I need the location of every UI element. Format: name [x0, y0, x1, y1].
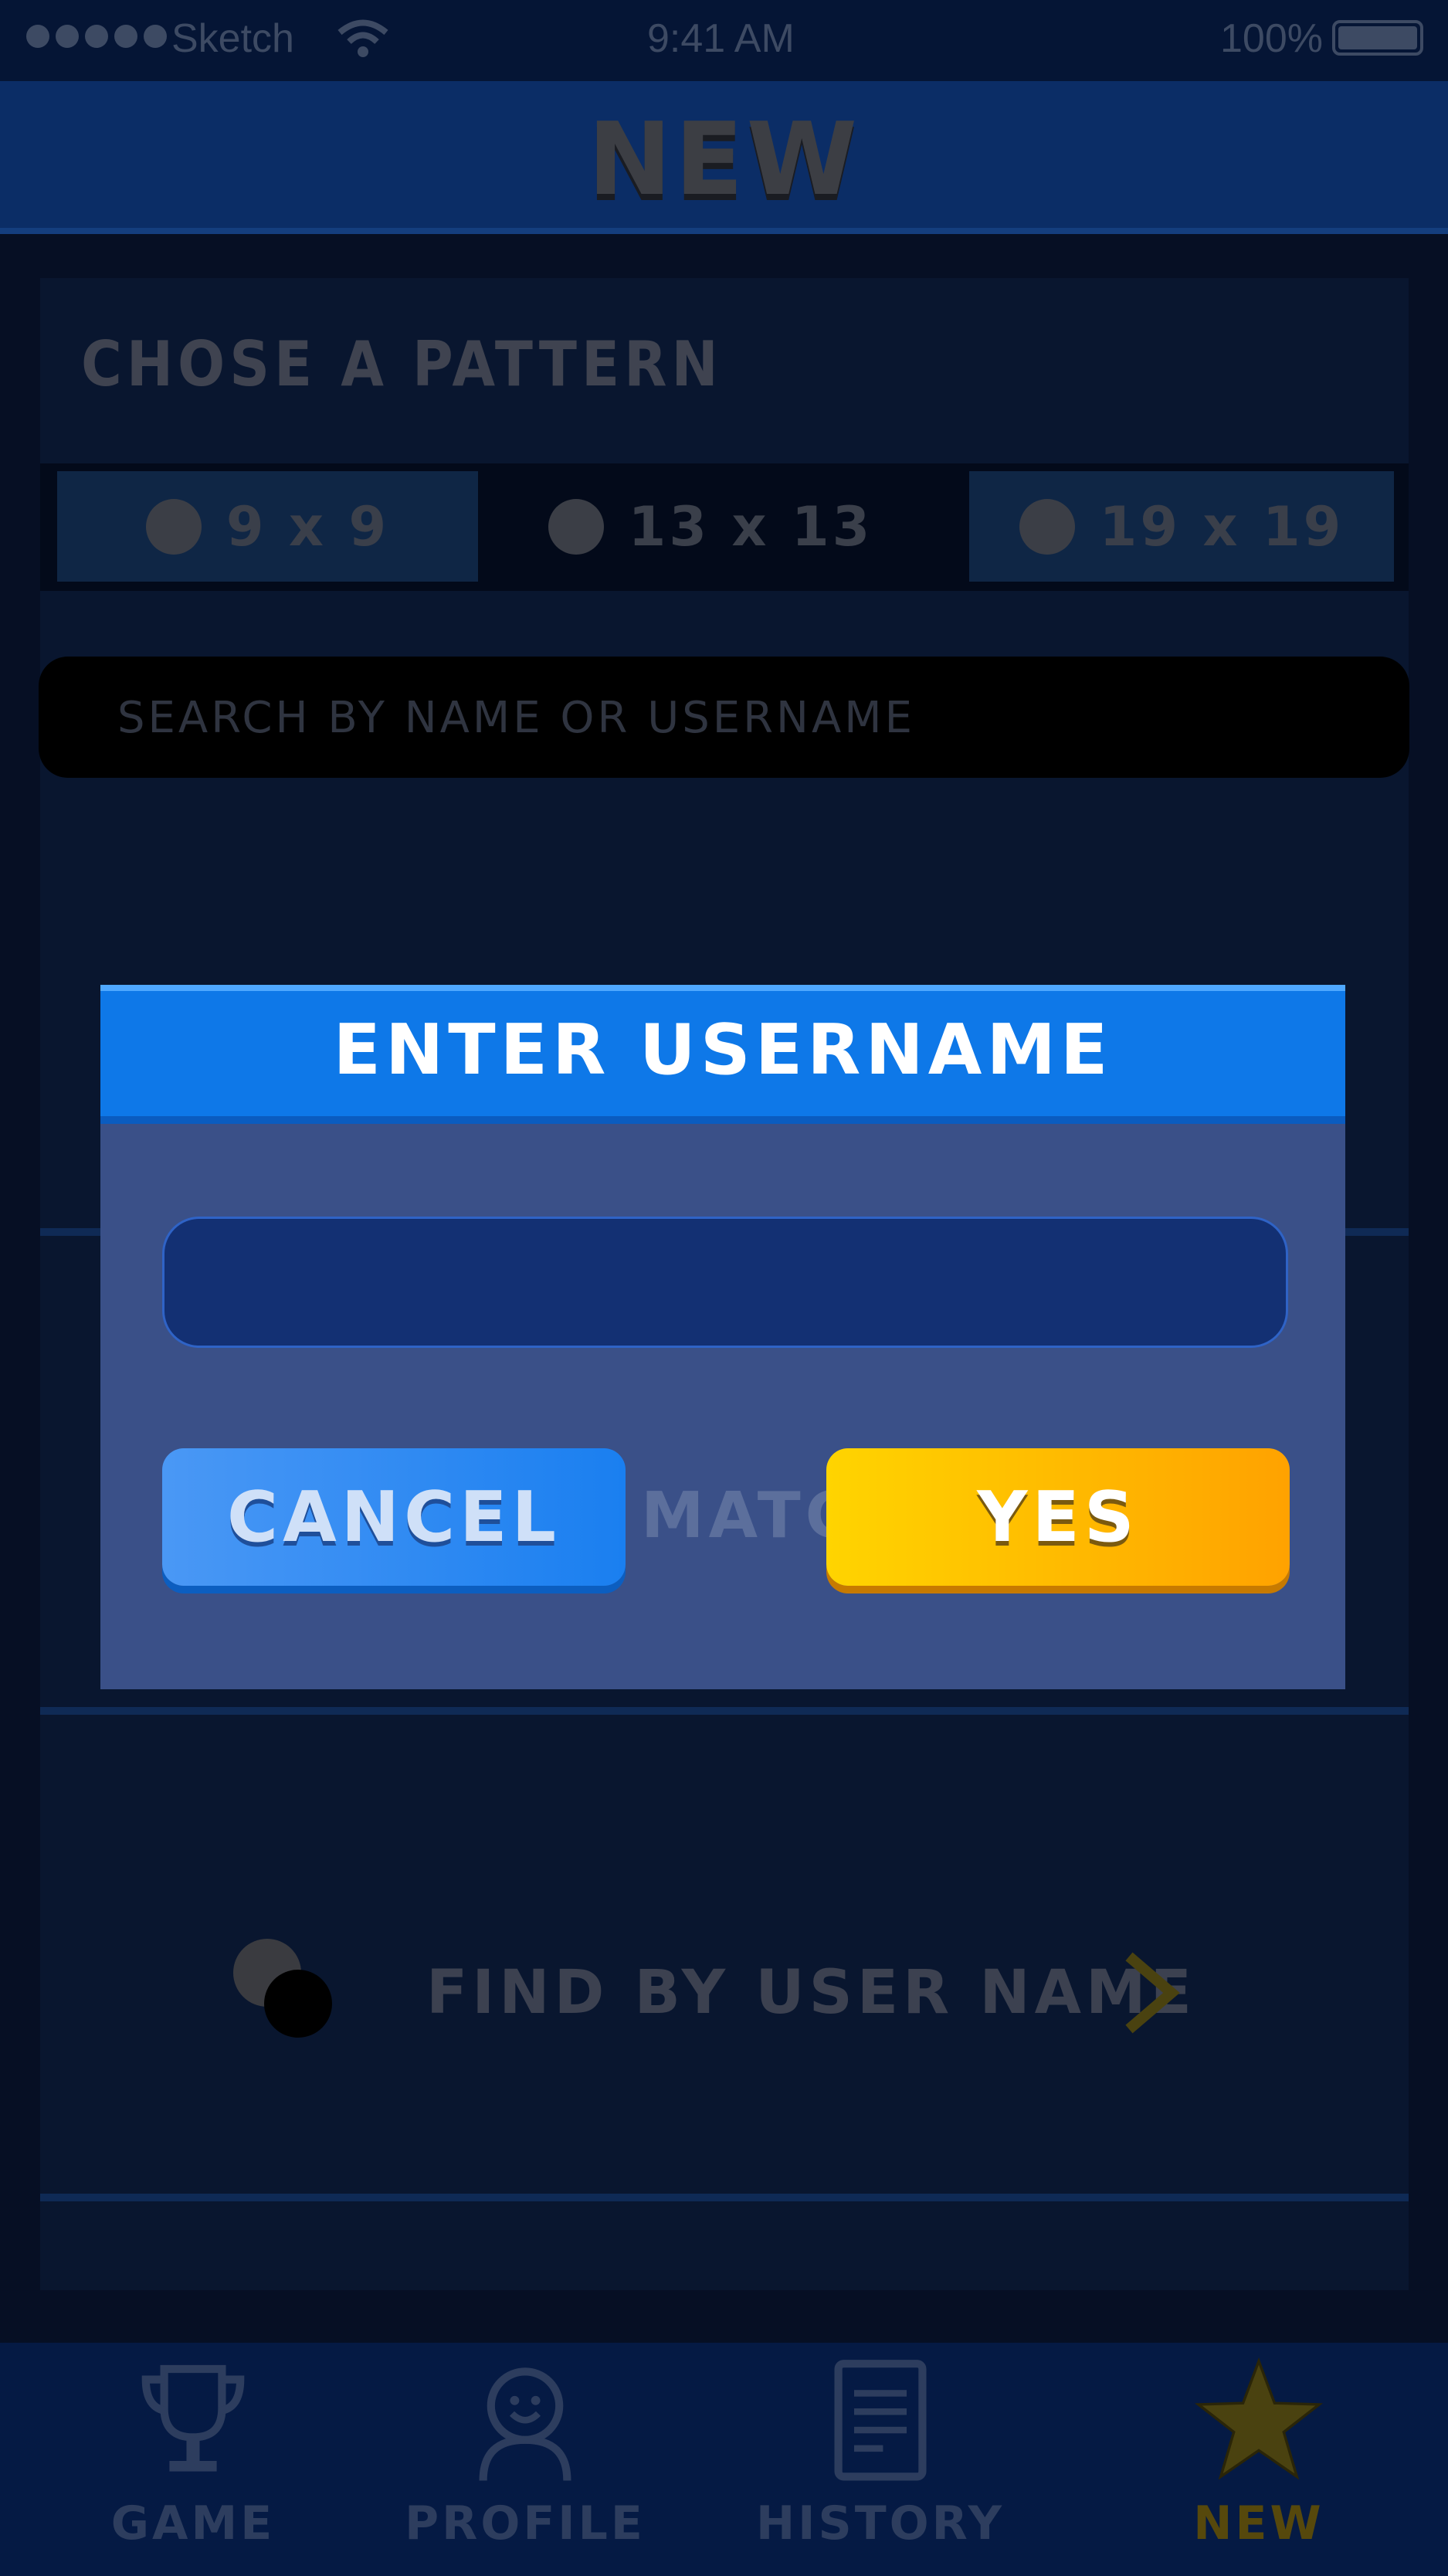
search-input[interactable] — [116, 657, 1355, 779]
divider — [40, 2194, 1409, 2201]
radio-dot-icon — [145, 498, 202, 555]
stones-icon — [233, 1939, 334, 2039]
battery-icon — [1332, 20, 1423, 56]
pattern-option-9x9[interactable]: 9 x 9 — [57, 471, 478, 582]
carrier-label: Sketch — [171, 16, 294, 61]
radio-dot-icon — [548, 498, 604, 555]
tab-label: PROFILE — [405, 2496, 646, 2551]
pattern-section-title: CHOSE A PATTERN — [81, 328, 723, 400]
tab-label: GAME — [110, 2496, 276, 2551]
enter-username-dialog: ENTER USERNAME MATCH CANCEL YES — [100, 985, 1345, 1689]
tab-label: HISTORY — [755, 2496, 1005, 2551]
star-icon — [1195, 2357, 1323, 2480]
tab-new[interactable]: NEW — [1143, 2356, 1375, 2564]
tab-profile[interactable]: PROFILE — [405, 2356, 643, 2564]
wifi-icon — [337, 19, 388, 57]
pattern-option-19x19[interactable]: 19 x 19 — [969, 471, 1394, 582]
yes-button[interactable]: YES — [826, 1448, 1290, 1586]
tab-game[interactable]: GAME — [77, 2356, 309, 2564]
find-by-username-label: FIND BY USER NAME — [426, 1958, 1196, 2028]
pattern-option-13x13[interactable]: 13 x 13 — [479, 471, 942, 582]
chevron-right-icon — [1125, 1952, 1180, 2034]
search-bar — [39, 657, 1409, 779]
dialog-title: ENTER USERNAME — [333, 1010, 1113, 1091]
cancel-button[interactable]: CANCEL — [162, 1448, 626, 1586]
pattern-option-label: 13 x 13 — [628, 494, 873, 558]
username-input[interactable] — [162, 1217, 1288, 1348]
time-label: 9:41 AM — [647, 16, 795, 61]
signal-dots-icon — [26, 25, 167, 48]
tab-history[interactable]: HISTORY — [756, 2356, 1002, 2564]
profile-icon — [479, 2367, 571, 2481]
tab-label: NEW — [1193, 2496, 1324, 2551]
history-icon — [834, 2360, 927, 2481]
battery-label: 100% — [1220, 16, 1323, 61]
pattern-option-label: 9 x 9 — [226, 494, 390, 558]
trophy-icon — [141, 2364, 245, 2472]
page-title: NEW — [588, 100, 860, 218]
find-by-username-row[interactable]: FIND BY USER NAME — [40, 1885, 1409, 2086]
pattern-option-label: 19 x 19 — [1099, 494, 1345, 558]
radio-dot-icon — [1019, 498, 1075, 555]
divider — [40, 1707, 1409, 1715]
